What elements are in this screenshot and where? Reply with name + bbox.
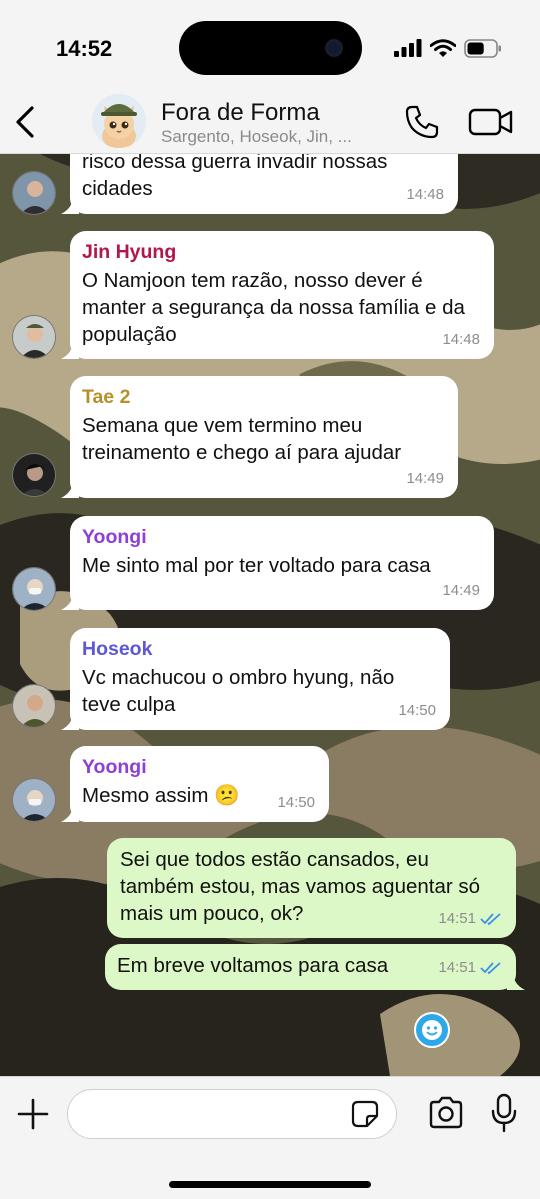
message-time: 14:49: [406, 470, 444, 487]
bubble-tail: [61, 804, 79, 822]
bubble-tail: [61, 712, 79, 730]
person-photo-icon: [13, 568, 55, 610]
message-time: 14:51: [438, 959, 476, 976]
sticker-icon[interactable]: [350, 1099, 380, 1129]
read-ticks-icon: [480, 961, 501, 974]
avatar-yoongi[interactable]: [12, 778, 56, 822]
avatar-hoseok[interactable]: [12, 684, 56, 728]
chat-title[interactable]: Fora de Forma: [161, 99, 320, 127]
status-time: 14:52: [56, 36, 113, 61]
bubble-tail: [61, 341, 79, 359]
microphone-icon[interactable]: [489, 1093, 519, 1133]
person-photo-icon: [13, 779, 55, 821]
sender-name[interactable]: Tae 2: [82, 384, 444, 410]
plus-icon[interactable]: [16, 1097, 50, 1131]
front-camera-icon: [325, 39, 343, 57]
message-text: O Namjoon tem razão, nosso dever é mante…: [82, 269, 465, 346]
message-time: 14:50: [398, 702, 436, 719]
message-text: Me sinto mal por ter voltado para casa: [82, 554, 431, 577]
person-photo-icon: [13, 685, 55, 727]
kitten-soldier-icon: [92, 94, 146, 148]
message-time: 14:50: [277, 794, 315, 811]
message-bubble-incoming[interactable]: Jin Hyung O Namjoon tem razão, nosso dev…: [61, 231, 494, 359]
person-photo-icon: [13, 316, 55, 358]
message-bubble-incoming[interactable]: Hoseok Vc machucou o ombro hyung, não te…: [61, 628, 450, 730]
smiley-sticker-icon[interactable]: [414, 1012, 450, 1048]
avatar-jin[interactable]: [12, 315, 56, 359]
bubble-tail: [61, 592, 79, 610]
battery-icon: [464, 38, 501, 58]
message-meta: 14:51: [438, 954, 502, 981]
avatar-namjoon[interactable]: [12, 171, 56, 215]
message-bubble-outgoing[interactable]: Sei que todos estão cansados, eu também …: [107, 838, 516, 938]
home-indicator: [169, 1181, 371, 1188]
message-time: 14:48: [406, 186, 444, 203]
status-bar: 14:52: [0, 0, 540, 90]
sender-name[interactable]: Hoseok: [82, 636, 436, 662]
back-chevron-icon[interactable]: [12, 102, 42, 142]
message-meta: 14:49: [442, 577, 480, 604]
message-text: Vc machucou o ombro hyung, não teve culp…: [82, 666, 395, 716]
message-bubble-incoming[interactable]: Yoongi Mesmo assim 😕 14:50: [61, 746, 329, 822]
group-avatar[interactable]: [92, 94, 146, 148]
bubble-tail: [61, 196, 79, 214]
message-meta: 14:51: [438, 905, 502, 932]
chat-header: Fora de Forma Sargento, Hoseok, Jin, ...: [0, 90, 540, 154]
avatar-yoongi[interactable]: [12, 567, 56, 611]
message-bubble-incoming[interactable]: risco dessa guerra invadir nossas cidade…: [61, 154, 458, 214]
person-photo-icon: [13, 454, 55, 496]
message-bubble-outgoing[interactable]: Em breve voltamos para casa 14:51: [105, 944, 525, 990]
message-time: 14:49: [442, 582, 480, 599]
sender-name[interactable]: Jin Hyung: [82, 239, 480, 265]
status-icons: [394, 38, 502, 58]
message-meta: 14:48: [442, 326, 480, 353]
input-bar: [0, 1076, 540, 1199]
dynamic-island: [179, 21, 362, 75]
message-meta: 14:48: [406, 181, 444, 208]
message-text: Semana que vem termino meu treinamento e…: [82, 414, 402, 464]
message-text: risco dessa guerra invadir nossas cidade…: [82, 154, 388, 200]
message-meta: 14:50: [398, 697, 436, 724]
bubble-tail: [507, 972, 525, 990]
signal-icon: [394, 39, 422, 57]
message-meta: 14:49: [406, 465, 444, 492]
message-input[interactable]: [67, 1089, 397, 1139]
message-bubble-incoming[interactable]: Yoongi Me sinto mal por ter voltado para…: [61, 516, 494, 610]
video-camera-icon[interactable]: [468, 106, 514, 138]
camera-icon[interactable]: [427, 1095, 465, 1131]
chat-area[interactable]: risco dessa guerra invadir nossas cidade…: [0, 154, 540, 1076]
read-ticks-icon: [480, 912, 501, 925]
message-time: 14:51: [438, 910, 476, 927]
person-photo-icon: [13, 172, 55, 214]
bubble-tail: [61, 480, 79, 498]
sender-name[interactable]: Yoongi: [82, 524, 480, 550]
message-time: 14:48: [442, 331, 480, 348]
message-bubble-incoming[interactable]: Tae 2 Semana que vem termino meu treinam…: [61, 376, 458, 498]
message-meta: 14:50: [277, 789, 315, 816]
avatar-tae[interactable]: [12, 453, 56, 497]
phone-icon[interactable]: [404, 104, 440, 140]
wifi-icon: [430, 38, 456, 57]
sender-name[interactable]: Yoongi: [82, 754, 315, 780]
chat-members[interactable]: Sargento, Hoseok, Jin, ...: [161, 127, 352, 147]
